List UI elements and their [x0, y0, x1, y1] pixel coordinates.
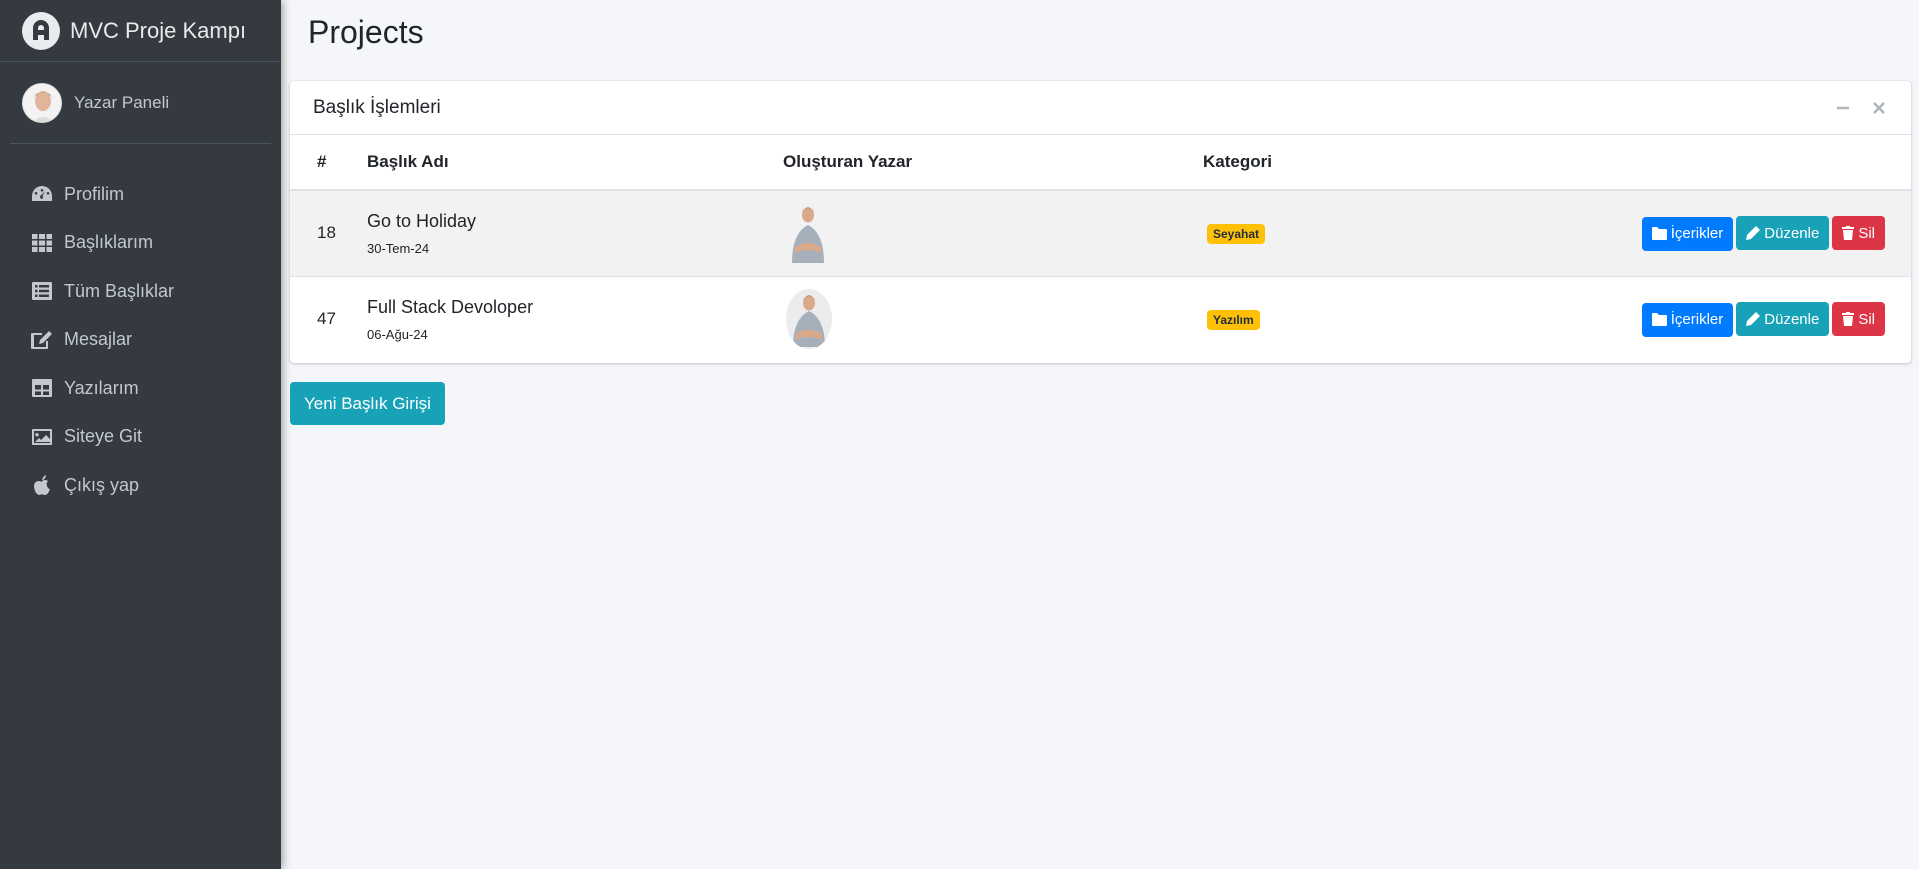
sidebar-item-label: Mesajlar: [64, 329, 133, 350]
brand-link[interactable]: MVC Proje Kampı: [0, 0, 281, 62]
trash-icon: [1842, 226, 1855, 240]
collapse-button[interactable]: [1834, 99, 1852, 117]
row-id: 18: [317, 223, 336, 243]
row-author-cell: [783, 190, 1203, 276]
table-row: 18 Go to Holiday 30-Tem-24 Seyahat İçeri…: [290, 190, 1911, 276]
sidebar-item-label: Çıkış yap: [64, 474, 140, 495]
header-author: Oluşturan Yazar: [783, 135, 1203, 191]
contents-button[interactable]: İçerikler: [1641, 216, 1734, 251]
main-content: Projects Başlık İşlemleri # Başlık Adı O…: [281, 0, 1919, 869]
user-name: Yazar Paneli: [74, 92, 170, 112]
row-author-cell: [783, 276, 1203, 362]
sidebar-item-yazilarim[interactable]: Yazılarım: [0, 364, 281, 413]
card-title: Başlık İşlemleri: [313, 96, 441, 118]
sidebar-item-label: Yazılarım: [64, 377, 139, 398]
delete-button-label: Sil: [1858, 224, 1875, 242]
sidebar-item-siteye-git[interactable]: Siteye Git: [0, 413, 281, 462]
edit-button[interactable]: Düzenle: [1736, 216, 1830, 250]
image-icon: [30, 426, 54, 448]
table-header-row: # Başlık Adı Oluşturan Yazar Kategori: [290, 135, 1911, 191]
apple-icon: [30, 474, 54, 496]
author-image: [792, 207, 824, 264]
trash-icon: [1842, 312, 1855, 326]
topics-card: Başlık İşlemleri # Başlık Adı Oluşturan …: [290, 81, 1911, 363]
sidebar-item-mesajlar[interactable]: Mesajlar: [0, 316, 281, 365]
sidebar-item-cikis-yap[interactable]: Çıkış yap: [0, 461, 281, 510]
contents-button-label: İçerikler: [1670, 225, 1724, 242]
sidebar-item-profilim[interactable]: Profilim: [0, 170, 281, 219]
header-actions: [1633, 135, 1911, 191]
topics-table: # Başlık Adı Oluşturan Yazar Kategori 18…: [290, 135, 1911, 362]
brand-logo-icon: [22, 11, 60, 50]
row-actions: İçerikler Düzenle Sil: [1633, 276, 1911, 362]
card-tools: [1834, 99, 1888, 117]
edit-icon: [30, 329, 54, 351]
sidebar-nav: Profilim Başlıklarım Tüm Başlıklar Mesaj…: [0, 144, 281, 510]
row-title: Full Stack Devoloper: [367, 296, 534, 317]
row-category-cell: Yazılım: [1203, 276, 1633, 362]
user-avatar: [22, 82, 62, 123]
card-header: Başlık İşlemleri: [290, 81, 1911, 135]
row-date: 30-Tem-24: [367, 240, 430, 256]
delete-button[interactable]: Sil: [1832, 302, 1885, 336]
row-title-cell: Full Stack Devoloper 06-Ağu-24: [367, 276, 783, 362]
folder-icon: [1651, 227, 1667, 240]
sidebar-item-label: Profilim: [64, 183, 125, 204]
sidebar-item-basliklarim[interactable]: Başlıklarım: [0, 219, 281, 268]
folder-icon: [1651, 313, 1667, 326]
edit-button-label: Düzenle: [1764, 224, 1820, 242]
close-icon: [1873, 101, 1885, 114]
remove-button[interactable]: [1870, 99, 1888, 117]
category-badge: Seyahat: [1207, 223, 1266, 244]
user-panel[interactable]: Yazar Paneli: [10, 62, 271, 144]
table-icon: [30, 377, 54, 399]
pencil-icon: [1746, 312, 1761, 326]
edit-button[interactable]: Düzenle: [1736, 302, 1830, 336]
header-id: #: [290, 135, 367, 191]
header-title: Başlık Adı: [367, 135, 783, 191]
sidebar-item-label: Başlıklarım: [64, 232, 154, 253]
delete-button[interactable]: Sil: [1832, 216, 1885, 250]
sidebar-item-label: Tüm Başlıklar: [64, 280, 175, 301]
author-image: [786, 289, 832, 350]
new-topic-button[interactable]: Yeni Başlık Girişi: [290, 382, 445, 425]
sidebar-item-label: Siteye Git: [64, 426, 143, 447]
grid-icon: [30, 232, 54, 254]
row-id: 47: [317, 309, 336, 329]
header-category: Kategori: [1203, 135, 1633, 191]
minus-icon: [1837, 106, 1849, 109]
row-title: Go to Holiday: [367, 210, 477, 231]
row-category-cell: Seyahat: [1203, 190, 1633, 276]
page-title: Projects: [308, 14, 424, 50]
contents-button-label: İçerikler: [1670, 311, 1724, 328]
delete-button-label: Sil: [1858, 310, 1875, 328]
category-badge: Yazılım: [1207, 309, 1260, 330]
edit-button-label: Düzenle: [1764, 310, 1820, 328]
contents-button[interactable]: İçerikler: [1641, 302, 1734, 337]
brand-text: MVC Proje Kampı: [70, 17, 247, 43]
row-title-cell: Go to Holiday 30-Tem-24: [367, 190, 783, 276]
table-row: 47 Full Stack Devoloper 06-Ağu-24 Yazılı…: [290, 276, 1911, 362]
row-date: 06-Ağu-24: [367, 326, 428, 342]
sidebar: MVC Proje Kampı Yazar Paneli Profilim Ba…: [0, 0, 281, 869]
pencil-icon: [1746, 226, 1761, 240]
row-actions: İçerikler Düzenle Sil: [1633, 190, 1911, 276]
tachometer-icon: [30, 183, 54, 205]
list-icon: [30, 280, 54, 302]
sidebar-item-tum-basliklar[interactable]: Tüm Başlıklar: [0, 267, 281, 316]
